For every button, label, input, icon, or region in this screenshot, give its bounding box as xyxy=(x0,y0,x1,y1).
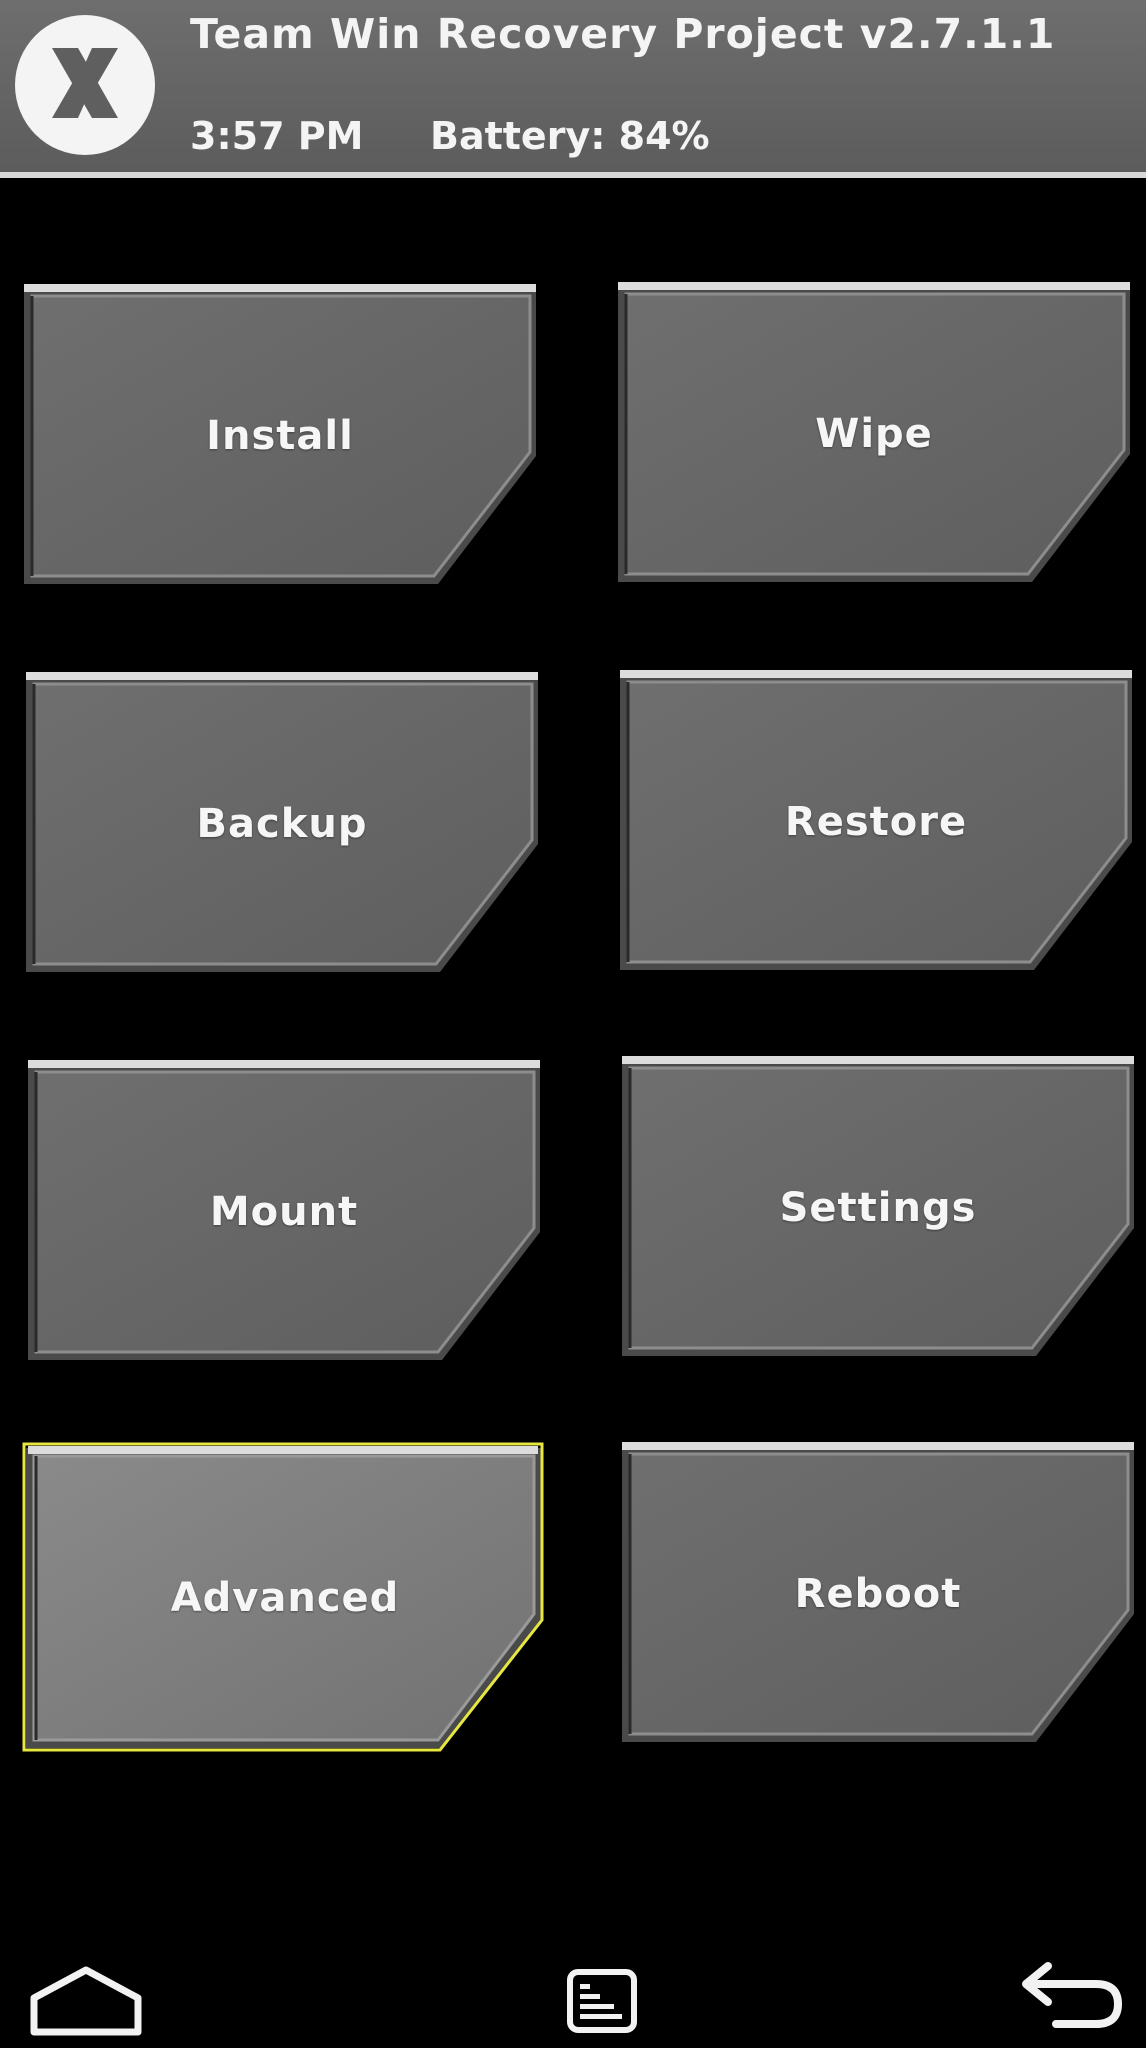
home-icon xyxy=(30,1966,142,2036)
home-button[interactable] xyxy=(28,1964,144,2038)
clock: 3:57 PM xyxy=(190,114,364,158)
app-title: Team Win Recovery Project v2.7.1.1 xyxy=(190,10,1056,58)
console-button[interactable] xyxy=(566,1968,638,2034)
settings-button[interactable]: Settings xyxy=(618,1054,1138,1362)
navigation-bar xyxy=(0,1940,1146,2048)
restore-button[interactable]: Restore xyxy=(616,668,1136,976)
backup-button[interactable]: Backup xyxy=(22,670,542,978)
status-header: Team Win Recovery Project v2.7.1.1 3:57 … xyxy=(0,0,1146,178)
advanced-button[interactable]: Advanced xyxy=(22,1442,548,1754)
mount-button[interactable]: Mount xyxy=(24,1058,544,1366)
console-icon xyxy=(567,1969,637,2033)
wipe-button[interactable]: Wipe xyxy=(614,280,1134,588)
battery-status: Battery: 84% xyxy=(430,114,710,158)
install-button[interactable]: Install xyxy=(20,282,540,590)
back-arrow-icon xyxy=(1022,1962,1123,2028)
back-button[interactable] xyxy=(1016,1960,1126,2032)
twrp-logo-icon xyxy=(15,15,155,155)
reboot-button[interactable]: Reboot xyxy=(618,1440,1138,1748)
